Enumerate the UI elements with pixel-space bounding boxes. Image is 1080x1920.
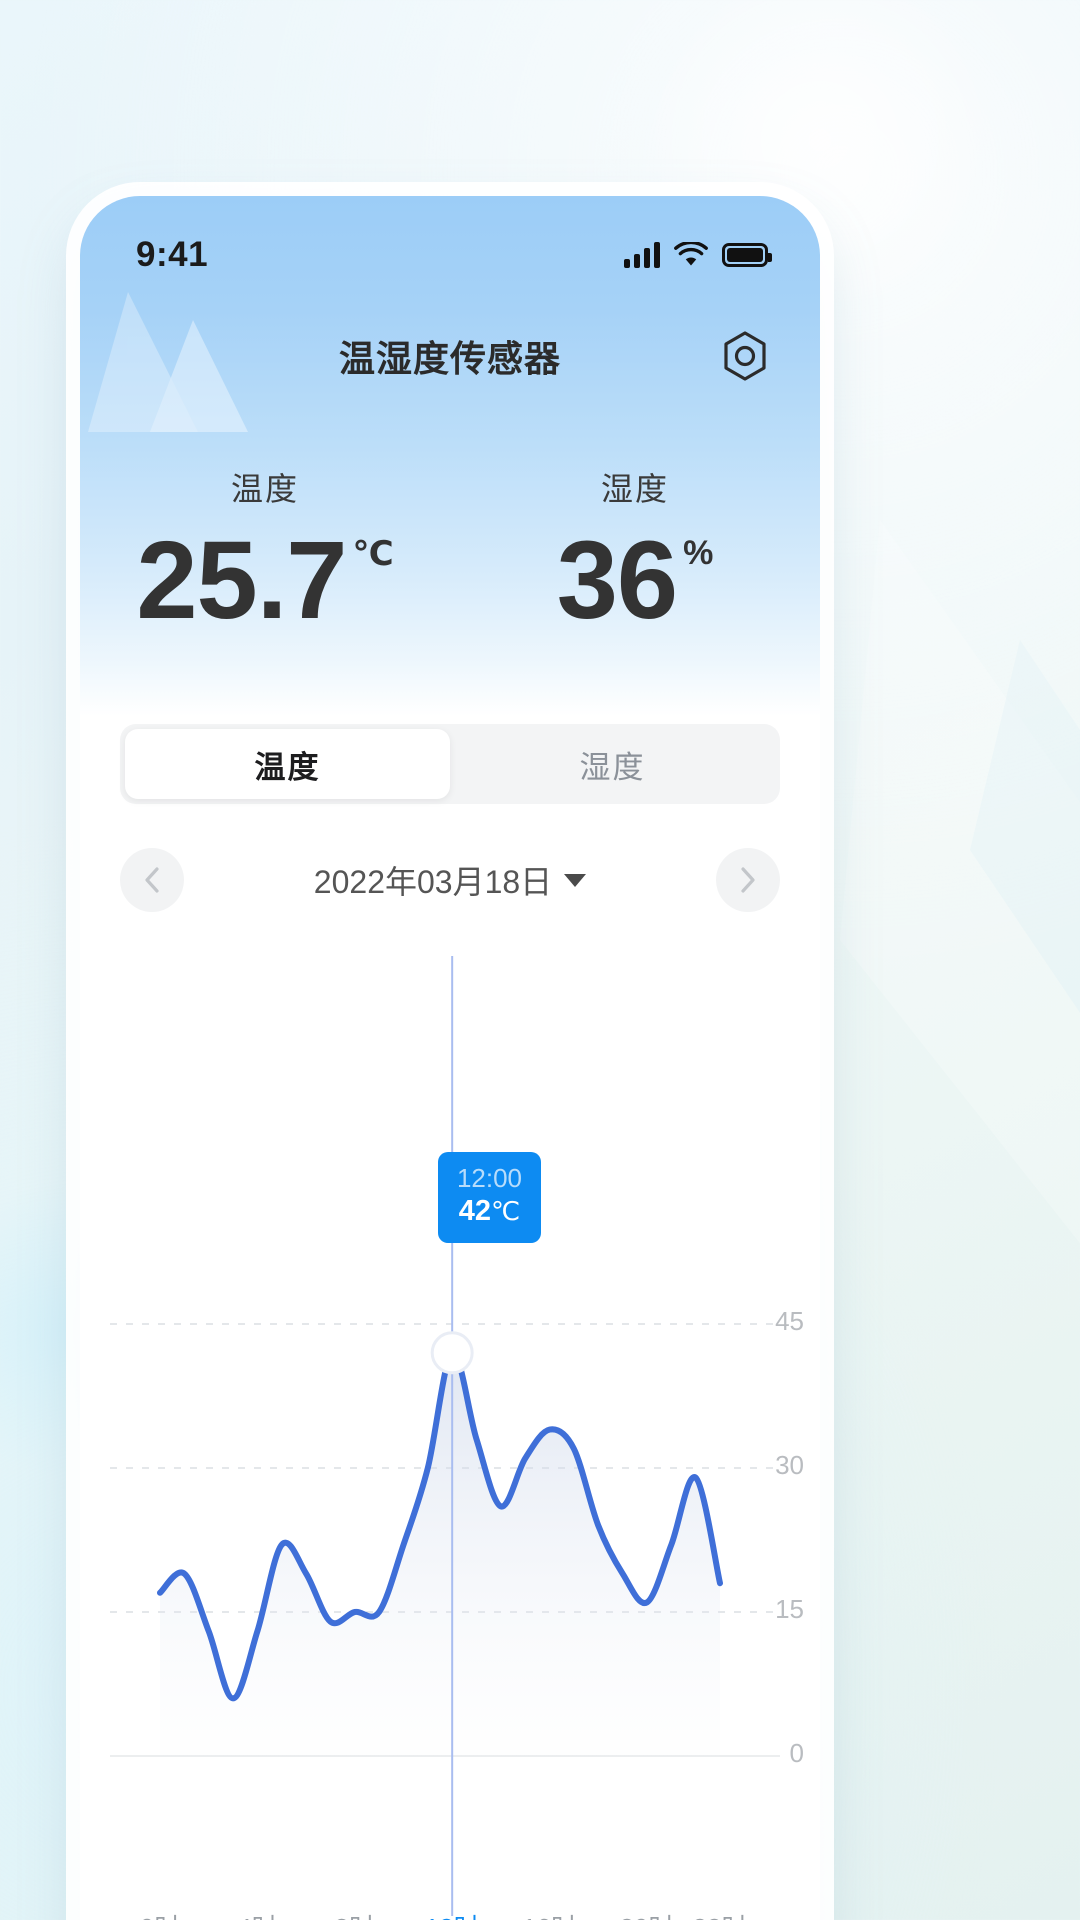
reading-unit: %	[683, 534, 714, 572]
nav-bar: 温湿度传感器	[80, 314, 820, 398]
date-navigation: 2022年03月18日	[120, 844, 780, 916]
date-text: 2022年03月18日	[313, 864, 553, 900]
reading-temperature: 温度 25.7 ℃	[80, 464, 450, 636]
chart-y-tick: 0	[789, 1738, 804, 1768]
selected-point-marker	[430, 1331, 474, 1375]
date-picker[interactable]: 2022年03月18日	[313, 857, 587, 903]
chart-x-tick[interactable]: 16时	[522, 1908, 577, 1920]
chart-tooltip: 12:00 42℃	[438, 1152, 541, 1243]
reading-value: 36 %	[557, 526, 714, 636]
chart-y-tick: 30	[775, 1450, 804, 1480]
reading-unit: ℃	[352, 535, 394, 573]
gear-icon[interactable]	[716, 327, 774, 385]
chart-plot[interactable]	[80, 956, 820, 1920]
chart-x-tick[interactable]: 8时	[335, 1908, 375, 1920]
chart-x-tick[interactable]: 12时	[425, 1908, 480, 1920]
readings-row: 温度 25.7 ℃ 湿度 36 %	[80, 464, 820, 636]
tab-humidity[interactable]: 湿度	[450, 729, 775, 799]
reading-number: 36	[556, 519, 678, 642]
tooltip-unit: ℃	[491, 1195, 521, 1226]
app-screen: 9:41 温湿度传感器 温度 25.7 ℃ 湿度 36 % 温度 湿度 2022…	[80, 196, 820, 1920]
tooltip-value: 42℃	[438, 1194, 541, 1229]
chart-x-tick[interactable]: 23时	[693, 1908, 748, 1920]
chart-y-tick: 15	[775, 1594, 804, 1624]
chart-x-axis: 0时 4时 8时 12时 16时 20时 23时	[80, 1908, 820, 1920]
status-time: 9:41	[136, 235, 209, 274]
background-streak	[840, 520, 1080, 1244]
tooltip-number: 42	[458, 1194, 492, 1227]
chart-area: 12:00 42℃ 0时 4时 8时 12时 16时 20时 23时 45 30 15 0	[80, 956, 820, 1920]
reading-value: 25.7 ℃	[136, 526, 393, 636]
reading-number: 25.7	[136, 519, 347, 642]
reading-label: 温度	[230, 471, 299, 507]
chart-x-tick[interactable]: 0时	[140, 1908, 180, 1920]
reading-label: 湿度	[600, 471, 669, 507]
page-title: 温湿度传感器	[338, 338, 561, 379]
battery-full-icon	[722, 243, 772, 267]
caret-down-icon	[564, 873, 587, 887]
tab-temperature[interactable]: 温度	[125, 729, 450, 799]
chart-x-tick[interactable]: 4时	[237, 1908, 277, 1920]
phone-frame: 9:41 温湿度传感器 温度 25.7 ℃ 湿度 36 % 温度 湿度 2022…	[80, 196, 820, 1920]
signal-bars-icon	[624, 242, 660, 268]
prev-day-button[interactable]	[120, 848, 184, 912]
chart-y-tick: 45	[775, 1306, 804, 1336]
wifi-icon	[674, 242, 708, 266]
tooltip-time: 12:00	[456, 1163, 523, 1193]
chart-x-tick[interactable]: 20时	[619, 1908, 674, 1920]
status-bar: 9:41	[80, 230, 820, 280]
status-icons	[624, 242, 772, 268]
metric-segmented-control: 温度 湿度	[120, 724, 780, 804]
reading-humidity: 湿度 36 %	[450, 464, 820, 636]
next-day-button[interactable]	[715, 848, 780, 912]
